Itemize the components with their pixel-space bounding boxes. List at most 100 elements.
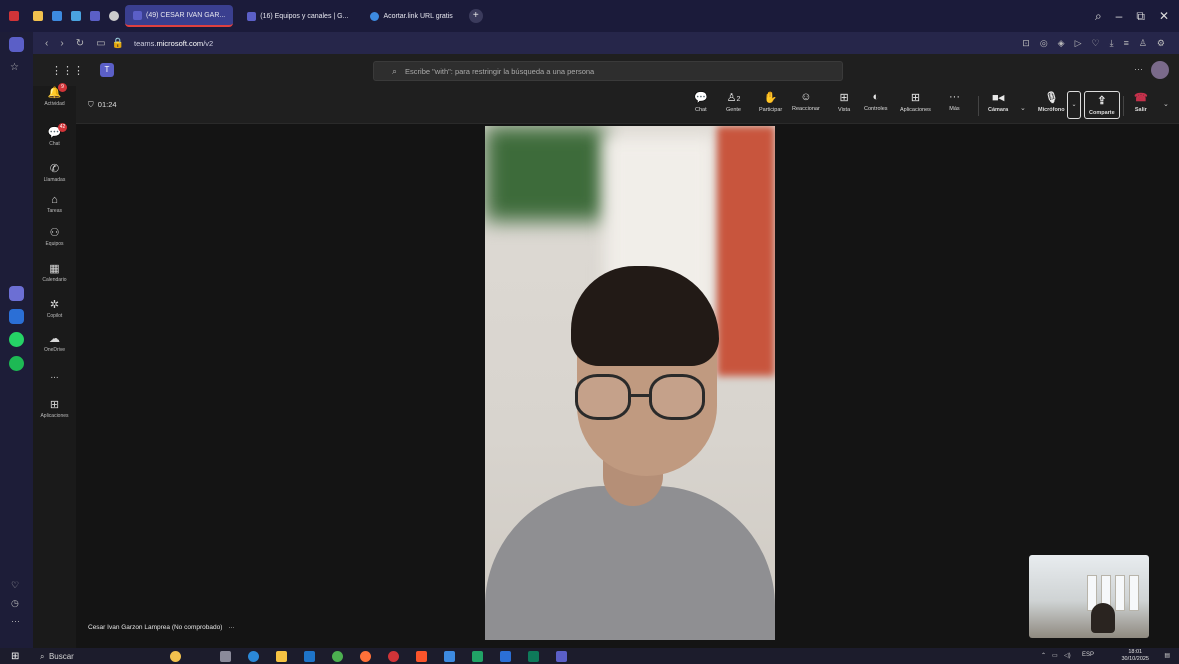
language-indicator[interactable]: ESP [1082, 652, 1094, 658]
rail-item-aplicaciones[interactable]: ⊞ Aplicaciones [33, 398, 76, 419]
avatar[interactable] [1151, 61, 1169, 79]
app-icon[interactable] [500, 651, 511, 662]
profile-icon[interactable]: ♙ [1139, 38, 1147, 49]
smile-icon: ☺ [800, 91, 812, 103]
rail-item-actividad[interactable]: 🔔 Actividad 9 [33, 83, 76, 107]
restore-icon[interactable]: ⧉ [1136, 9, 1145, 24]
history-icon[interactable]: ◷ [11, 598, 19, 609]
menu-icon[interactable]: ≡ [1124, 38, 1129, 49]
workspace-icon-5[interactable] [109, 11, 119, 21]
apps-button[interactable]: ⊞ Aplicaciones [900, 91, 931, 113]
forward-icon[interactable]: › [60, 38, 63, 49]
firefox-icon[interactable] [360, 651, 371, 662]
home-icon[interactable] [9, 37, 24, 52]
tab-teams-call[interactable]: (49) CESAR IVAN GAR... [125, 5, 234, 27]
workspace-icon-3[interactable] [71, 11, 81, 21]
outlook-icon[interactable] [304, 651, 315, 662]
mic-button[interactable]: 🎙 Micrófono [1038, 91, 1065, 113]
window-pane [1129, 575, 1139, 611]
leave-options-chevron-icon[interactable]: ⌄ [1163, 100, 1169, 108]
whatsapp-icon[interactable] [9, 332, 24, 347]
notifications-icon[interactable]: ▤ [1164, 652, 1170, 659]
play-icon[interactable]: ▷ [1075, 38, 1082, 49]
react-button[interactable]: ☺ Reaccionar [792, 91, 820, 112]
taskbar-search[interactable]: ⌕ Buscar [40, 652, 74, 662]
minimize-icon[interactable]: – [1116, 9, 1123, 23]
rail-item-copilot[interactable]: ✲ Copilot [33, 298, 76, 319]
rail-item-onedrive[interactable]: ☁ OneDrive [33, 332, 76, 353]
opera-logo-icon[interactable] [9, 11, 19, 21]
more-button[interactable]: ··· Más [949, 91, 960, 112]
teams-taskbar-icon[interactable] [556, 651, 567, 662]
snapshot-icon[interactable]: ⊡ [1022, 38, 1030, 49]
search-placeholder: Escribe "with": para restringir la búsqu… [405, 66, 595, 76]
page-icon[interactable]: ▭ [96, 38, 105, 49]
reload-icon[interactable]: ↻ [76, 38, 84, 49]
tab-search-icon[interactable]: ⌕ [1095, 9, 1102, 24]
participant-video[interactable] [485, 126, 775, 640]
volume-icon[interactable]: ◁) [1064, 652, 1071, 659]
extension-icon[interactable]: ⚙ [1157, 38, 1165, 49]
rail-item-more[interactable]: ... [33, 370, 76, 381]
window-pane [1115, 575, 1125, 611]
windows-start-icon[interactable]: ⊞ [11, 651, 19, 662]
mic-options-chevron-icon[interactable]: ⌄ [1067, 91, 1081, 119]
search-input[interactable]: ⌕ Escribe "with": para restringir la bús… [373, 61, 843, 81]
favorite-icon[interactable]: ♡ [11, 580, 19, 591]
brave-icon[interactable] [416, 651, 427, 662]
file-explorer-icon[interactable] [276, 651, 287, 662]
new-tab-icon[interactable]: + [468, 9, 483, 23]
rail-item-llamadas[interactable]: ✆ Llamadas [33, 162, 76, 183]
tab-teams-channels[interactable]: (16) Equipos y canales | G... [239, 5, 356, 27]
camera-options-chevron-icon[interactable]: ⌄ [1020, 104, 1026, 112]
chat-button[interactable]: 💬 Chat [694, 91, 708, 113]
browser-sidebar: ☆ ♡ ◷ ··· [0, 32, 33, 648]
controls-button[interactable]: ◐ Controles [864, 91, 888, 112]
settings-more-icon[interactable]: ··· [1134, 64, 1143, 74]
participant-more-icon[interactable]: ··· [228, 624, 235, 631]
leave-button[interactable]: ☎ Salir [1134, 91, 1148, 113]
shield-icon[interactable]: ◈ [1058, 38, 1065, 49]
star-icon[interactable]: ☆ [10, 62, 19, 73]
workspace-icon-2[interactable] [52, 11, 62, 21]
workspace-icon-4[interactable] [90, 11, 100, 21]
app-launcher-icon[interactable]: ⋮⋮⋮ [51, 64, 84, 77]
close-icon[interactable]: ✕ [1159, 9, 1169, 23]
messenger-icon[interactable] [9, 309, 24, 324]
workspace-icon[interactable] [33, 11, 43, 21]
share-button[interactable]: ⇪ Comparte [1084, 91, 1120, 119]
network-icon[interactable]: ▭ [1052, 652, 1058, 659]
view-button[interactable]: ⊞ Vista [838, 91, 850, 113]
people-button[interactable]: ♙2 Gente [726, 91, 741, 113]
opera-icon[interactable] [388, 651, 399, 662]
tab-acortar[interactable]: Acortar.link URL gratis [362, 5, 460, 27]
excel-icon[interactable] [472, 651, 483, 662]
clock[interactable]: 18:01 30/10/2025 [1121, 649, 1149, 663]
task-view-icon[interactable] [220, 651, 231, 662]
aria-icon[interactable] [9, 286, 24, 301]
self-view[interactable] [1029, 555, 1149, 638]
more-icon[interactable]: ··· [11, 616, 20, 626]
rail-item-calendario[interactable]: ▦ Calendario [33, 262, 76, 283]
url-field[interactable]: teams.microsoft.com/v2 [134, 39, 213, 48]
tab-label: Acortar.link URL gratis [383, 12, 453, 20]
heart-icon[interactable]: ♡ [1092, 38, 1100, 49]
download-icon[interactable]: ⤓ [1110, 38, 1114, 49]
rail-item-chat[interactable]: 💬 Chat 42 [33, 123, 76, 147]
camera-button[interactable]: ■◂ Cámara [988, 91, 1008, 113]
glasses-bridge [630, 394, 650, 397]
copilot-sparkle-icon[interactable] [170, 651, 181, 662]
edge-icon[interactable] [248, 651, 259, 662]
rail-item-label: Aplicaciones [40, 413, 69, 419]
tray-chevron-icon[interactable]: ⌃ [1041, 652, 1046, 659]
raise-hand-button[interactable]: ✋ Participar [759, 91, 782, 113]
rail-item-equipos[interactable]: ⚇ Equipos [33, 226, 76, 247]
rail-item-label: OneDrive [43, 347, 66, 353]
back-icon[interactable]: ‹ [45, 38, 48, 49]
calculator-icon[interactable] [528, 651, 539, 662]
chrome-icon[interactable] [332, 651, 343, 662]
rail-item-tareas[interactable]: ⌂ Tareas [33, 194, 76, 214]
spotify-icon[interactable] [9, 356, 24, 371]
store-icon[interactable] [444, 651, 455, 662]
camera-icon[interactable]: ◎ [1040, 38, 1048, 49]
